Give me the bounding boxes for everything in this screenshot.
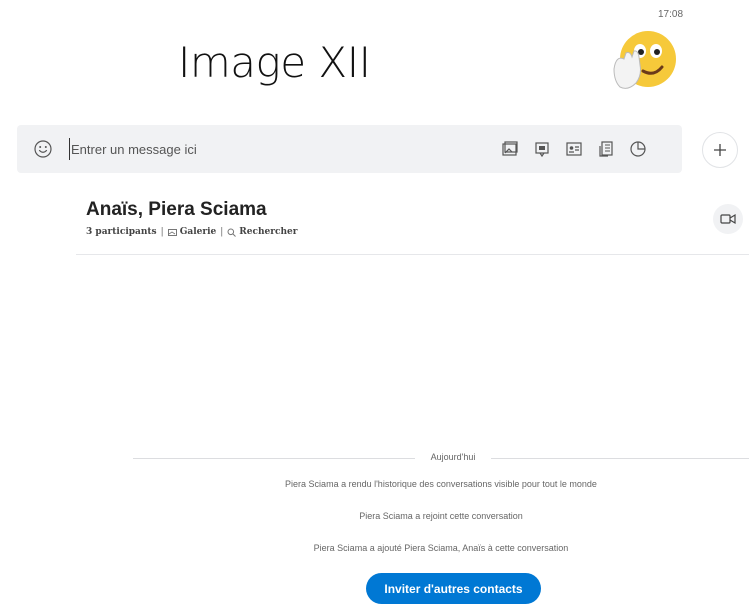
message-input[interactable] (69, 138, 471, 160)
contact-card-icon[interactable] (563, 138, 585, 160)
day-label: Aujourd'hui (430, 452, 476, 462)
gallery-icon[interactable] (499, 138, 521, 160)
page-title: Image XII (178, 38, 371, 87)
emoji-picker-icon[interactable] (33, 139, 53, 159)
day-divider-left (133, 458, 415, 459)
header-divider (76, 254, 749, 255)
separator: | (160, 227, 164, 237)
video-message-icon[interactable] (531, 138, 553, 160)
file-icon[interactable] (595, 138, 617, 160)
day-divider-right (491, 458, 749, 459)
video-camera-icon (720, 213, 736, 225)
message-composer (17, 125, 682, 173)
conversation-title: Anaïs, Piera Sciama (86, 199, 267, 220)
gallery-link[interactable]: Galerie (180, 227, 217, 237)
poll-icon[interactable] (627, 138, 649, 160)
plus-icon (714, 144, 726, 156)
separator: | (220, 227, 224, 237)
gallery-mini-icon (167, 228, 177, 237)
system-message: Piera Sciama a rendu l'historique des co… (285, 479, 597, 489)
status-time: 17:08 (658, 9, 684, 20)
wave-emoji-icon (613, 31, 676, 89)
search-mini-icon (227, 228, 237, 237)
invite-contacts-button[interactable]: Inviter d'autres contacts (366, 573, 541, 604)
system-message: Piera Sciama a ajouté Piera Sciama, Anaï… (313, 543, 569, 553)
search-link[interactable]: Rechercher (239, 227, 297, 237)
conversation-meta: 3 participants | Galerie | Rechercher (86, 227, 298, 237)
system-message: Piera Sciama a rejoint cette conversatio… (359, 511, 523, 521)
add-button[interactable] (702, 132, 738, 168)
video-call-button[interactable] (713, 204, 743, 234)
participants-link[interactable]: 3 participants (86, 227, 157, 237)
